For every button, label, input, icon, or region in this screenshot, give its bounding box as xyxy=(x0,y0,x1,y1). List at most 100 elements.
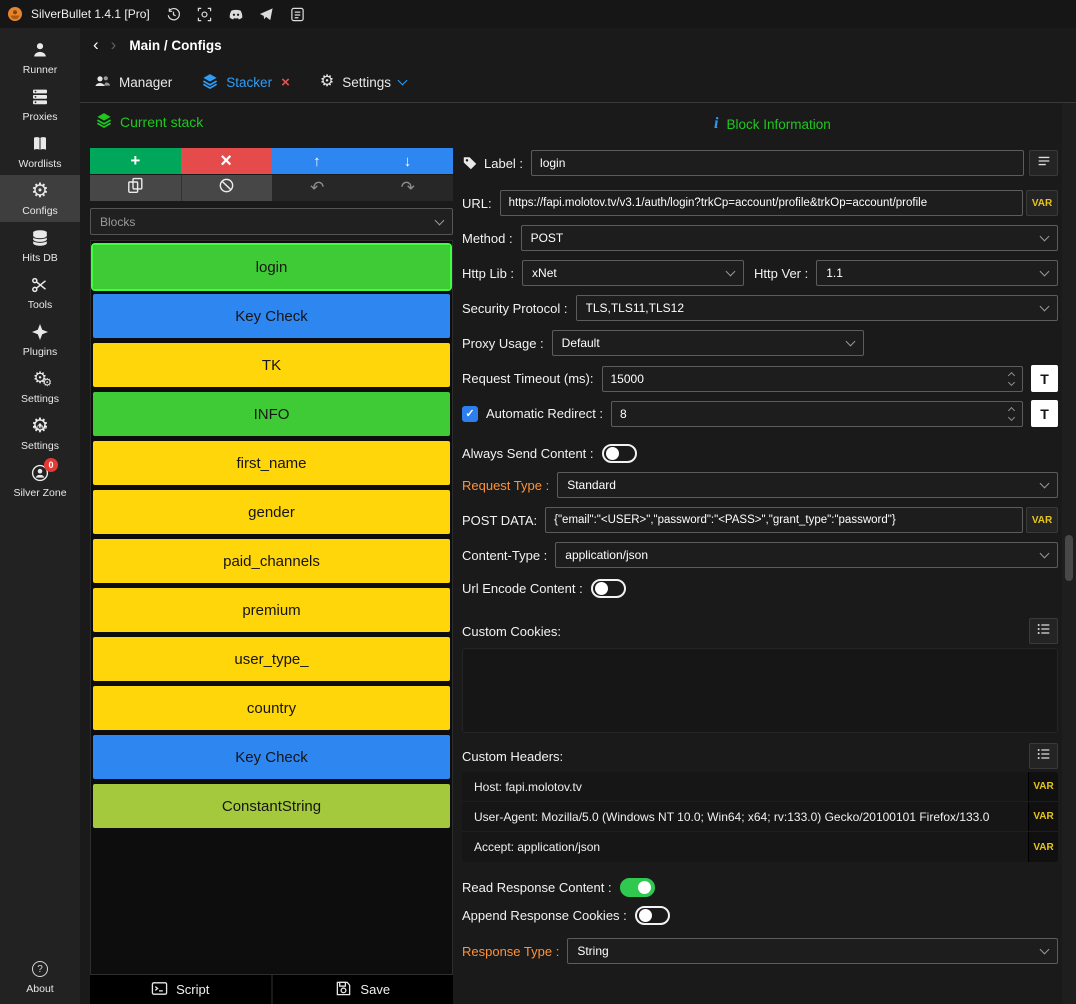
script-button[interactable]: Script xyxy=(90,975,271,1004)
tab-manager[interactable]: Manager xyxy=(94,73,172,92)
save-button[interactable]: Save xyxy=(271,975,454,1004)
tab-settings[interactable]: ⚙ Settings xyxy=(320,74,406,90)
http-ver-select[interactable]: 1.1 xyxy=(816,260,1058,286)
sidebar-item-core-settings[interactable]: ⚙CORE Settings xyxy=(0,410,80,457)
discord-icon[interactable] xyxy=(228,6,244,22)
sidebar-item-wordlists[interactable]: Wordlists xyxy=(0,128,80,175)
undo-button[interactable]: ↶ xyxy=(272,175,363,201)
custom-headers-list-button[interactable] xyxy=(1029,743,1058,769)
response-type-select[interactable]: String xyxy=(567,938,1058,964)
chevron-down-icon xyxy=(726,267,736,277)
silver-zone-badge: 0 xyxy=(44,458,58,472)
method-select[interactable]: POST xyxy=(521,225,1058,251)
clone-block-button[interactable] xyxy=(90,175,181,201)
sidebar-item-about[interactable]: ? About xyxy=(0,953,80,1000)
tab-stacker[interactable]: Stacker × xyxy=(202,73,290,92)
sidebar-label: Settings xyxy=(21,440,59,452)
tab-close-icon[interactable]: × xyxy=(281,74,290,91)
copy-icon xyxy=(127,177,144,199)
request-timeout-label: Request Timeout (ms): xyxy=(462,371,594,386)
stack-block[interactable]: INFO xyxy=(93,392,450,436)
telegram-icon[interactable] xyxy=(259,6,275,22)
blocks-dropdown[interactable]: Blocks xyxy=(90,208,453,235)
http-lib-select[interactable]: xNet xyxy=(522,260,744,286)
chevron-down-icon xyxy=(845,337,855,347)
custom-cookies-list-button[interactable] xyxy=(1029,618,1058,644)
lines-icon xyxy=(1036,153,1052,174)
about-question-icon: ? xyxy=(32,959,48,980)
url-input[interactable] xyxy=(500,190,1023,216)
url-encode-content-toggle[interactable] xyxy=(591,579,626,598)
block-information-title: i Block Information xyxy=(714,115,831,133)
read-response-content-toggle[interactable] xyxy=(620,878,655,897)
forward-chevron-icon[interactable]: › xyxy=(106,35,122,55)
stack-block[interactable]: Key Check xyxy=(93,294,450,338)
redirect-variable-toggle-button[interactable]: T xyxy=(1031,400,1058,427)
app-title: SilverBullet 1.4.1 [Pro] xyxy=(31,7,150,21)
back-chevron-icon[interactable]: ‹ xyxy=(88,35,104,55)
capture-icon[interactable] xyxy=(197,6,213,22)
label-list-button[interactable] xyxy=(1029,150,1058,176)
stack-block[interactable]: gender xyxy=(93,490,450,534)
sidebar-item-runner[interactable]: Runner xyxy=(0,34,80,81)
disable-block-button[interactable] xyxy=(181,175,273,201)
header-var-button[interactable]: VAR xyxy=(1028,802,1058,831)
automatic-redirect-input[interactable]: 8 xyxy=(611,401,1023,427)
label-input[interactable] xyxy=(531,150,1024,176)
vertical-scrollbar[interactable] xyxy=(1062,103,1076,1004)
core-settings-gear-icon: ⚙CORE xyxy=(31,416,49,437)
stack-block[interactable]: user_type_ xyxy=(93,637,450,681)
sidebar-item-configs[interactable]: ⚙ Configs xyxy=(0,175,80,222)
plugin-settings-gear-icon: ⚙⚙ xyxy=(33,369,47,390)
stepper-arrows-icon[interactable] xyxy=(1009,373,1014,385)
content-type-select[interactable]: application/json xyxy=(555,542,1058,568)
header-value[interactable]: Accept: application/json xyxy=(462,840,1028,854)
stack-block[interactable]: paid_channels xyxy=(93,539,450,583)
sidebar-item-plugin-settings[interactable]: ⚙⚙ Settings xyxy=(0,363,80,410)
stack-block[interactable]: TK xyxy=(93,343,450,387)
always-send-content-toggle[interactable] xyxy=(602,444,637,463)
move-up-button[interactable]: ↑ xyxy=(272,148,363,174)
scrollbar-thumb[interactable] xyxy=(1065,535,1073,581)
request-type-select[interactable]: Standard xyxy=(557,472,1058,498)
header-value[interactable]: User-Agent: Mozilla/5.0 (Windows NT 10.0… xyxy=(462,810,1028,824)
stack-block[interactable]: ConstantString xyxy=(93,784,450,828)
stack-block[interactable]: Key Check xyxy=(93,735,450,779)
proxy-usage-select[interactable]: Default xyxy=(552,330,864,356)
security-protocol-label: Security Protocol : xyxy=(462,301,568,316)
header-value[interactable]: Host: fapi.molotov.tv xyxy=(462,780,1028,794)
timeout-variable-toggle-button[interactable]: T xyxy=(1031,365,1058,392)
automatic-redirect-checkbox[interactable] xyxy=(462,406,478,422)
post-data-var-button[interactable]: VAR xyxy=(1026,507,1058,533)
stack-block[interactable]: country xyxy=(93,686,450,730)
redo-button[interactable]: ↷ xyxy=(363,175,454,201)
stack-block[interactable]: premium xyxy=(93,588,450,632)
blocks-list: login Key Check TK INFO first_name gende… xyxy=(90,240,453,975)
add-block-button[interactable]: + xyxy=(90,148,181,174)
sidebar-item-plugins[interactable]: Plugins xyxy=(0,316,80,363)
url-var-button[interactable]: VAR xyxy=(1026,190,1058,216)
history-icon[interactable] xyxy=(166,6,182,22)
stack-block[interactable]: login xyxy=(93,245,450,289)
sidebar-item-silver-zone[interactable]: 0 Silver Zone xyxy=(0,457,80,504)
security-protocol-select[interactable]: TLS,TLS11,TLS12 xyxy=(576,295,1059,321)
post-data-input[interactable] xyxy=(545,507,1023,533)
sidebar-label: Wordlists xyxy=(19,158,62,170)
remove-block-button[interactable]: × xyxy=(181,148,272,174)
sidebar-item-hits-db[interactable]: Hits DB xyxy=(0,222,80,269)
info-icon: i xyxy=(714,115,718,133)
stepper-arrows-icon[interactable] xyxy=(1009,408,1014,420)
append-response-cookies-toggle[interactable] xyxy=(635,906,670,925)
stack-block[interactable]: first_name xyxy=(93,441,450,485)
custom-cookies-textarea[interactable] xyxy=(462,648,1058,733)
move-down-button[interactable]: ↓ xyxy=(362,148,453,174)
sidebar-item-tools[interactable]: Tools xyxy=(0,269,80,316)
sidebar-item-proxies[interactable]: Proxies xyxy=(0,81,80,128)
sidebar-label: Configs xyxy=(22,205,58,217)
header-var-button[interactable]: VAR xyxy=(1028,832,1058,862)
header-var-button[interactable]: VAR xyxy=(1028,772,1058,801)
read-response-content-row: Read Response Content : xyxy=(462,875,1058,899)
request-timeout-input[interactable]: 15000 xyxy=(602,366,1024,392)
request-type-row: Request Type : Standard xyxy=(462,472,1058,498)
notes-icon[interactable] xyxy=(290,6,306,22)
